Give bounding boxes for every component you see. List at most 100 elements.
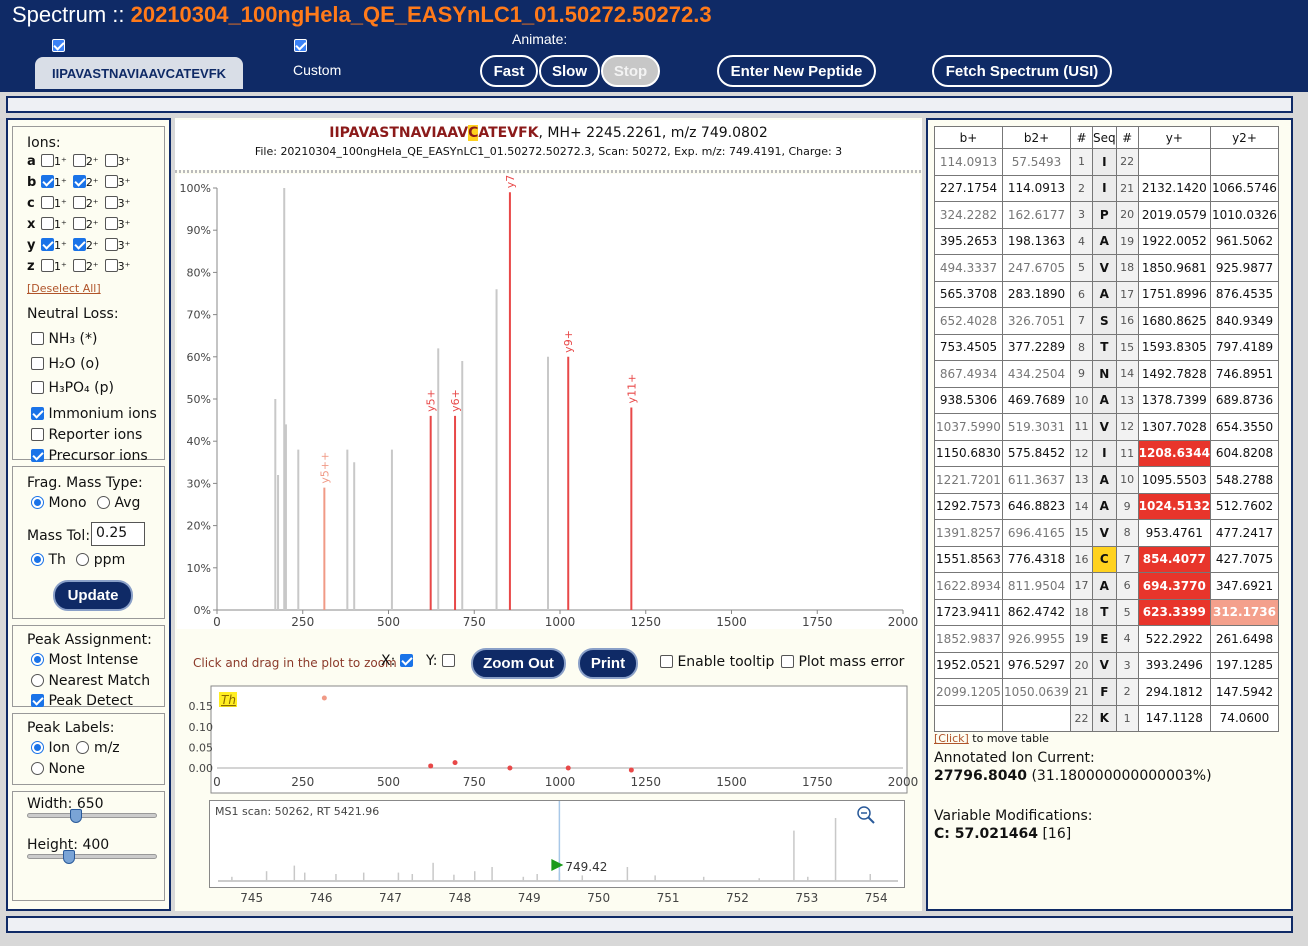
new-peptide-button[interactable]: Enter New Peptide <box>717 55 876 87</box>
print-button[interactable]: Print <box>578 648 638 679</box>
th-radio[interactable] <box>31 553 44 566</box>
b-ion-cell: 1037.5990 <box>934 413 1003 441</box>
nl-nh3-row[interactable]: NH₃ (*) <box>31 331 97 347</box>
b-index-cell: 6 <box>1070 280 1093 308</box>
immonium-checkbox[interactable] <box>31 407 44 420</box>
ion-b-charge3-checkbox[interactable] <box>104 175 118 188</box>
x-tick-label: 1250 <box>630 775 661 789</box>
y-index-cell: 6 <box>1115 572 1139 600</box>
ion-z-charge2-checkbox[interactable] <box>72 259 86 272</box>
zoom-magnifier-icon[interactable] <box>856 805 876 829</box>
x-zoom-checkbox[interactable] <box>399 654 413 667</box>
ion-y-charge2-checkbox[interactable] <box>72 238 86 251</box>
peptide-tab[interactable]: IIPAVASTNAVIAAVCATEVFK <box>35 57 243 89</box>
x-tick-label: 1000 <box>545 775 576 789</box>
nearest-match-radio[interactable] <box>31 674 44 687</box>
ms1-plot[interactable]: 749.42 MS1 scan: 50262, RT 5421.96 <box>209 800 905 888</box>
peak-detect-checkbox[interactable] <box>31 694 44 707</box>
mh-text: , MH+ 2245.2261, m/z 749.0802 <box>538 125 768 141</box>
ion-x-charge2-checkbox[interactable] <box>72 217 86 230</box>
zoom-out-button[interactable]: Zoom Out <box>471 648 566 679</box>
nl-h3po4-checkbox[interactable] <box>31 381 44 394</box>
ppm-radio[interactable] <box>76 553 90 566</box>
move-table-link[interactable]: [Click] <box>934 732 969 745</box>
ion-label-radio[interactable] <box>31 741 44 754</box>
ion-z-charge1-checkbox[interactable] <box>41 259 54 272</box>
width-slider[interactable] <box>27 813 157 818</box>
spectrum-header: IIPAVASTNAVIAAVCATEVFK, MH+ 2245.2261, m… <box>175 120 922 170</box>
fast-button[interactable]: Fast <box>480 55 538 87</box>
ion-x-charge3-checkbox[interactable] <box>104 217 118 230</box>
y-ion-cell: 147.1128 <box>1137 704 1211 732</box>
ion-b-charge2-checkbox[interactable] <box>72 175 86 188</box>
precursor-row[interactable]: Precursor ions <box>31 448 148 464</box>
table-row: 1391.8257 696.4165 15 V 8 953.4761 477.2417 <box>934 519 1279 547</box>
error-point <box>452 760 458 766</box>
peak-labels-box: Peak Labels: Ion m/z None <box>12 713 165 785</box>
mono-radio[interactable] <box>31 496 44 509</box>
b2-ion-cell: 976.5297 <box>1002 651 1071 679</box>
y2-ion-cell: 1010.0326 <box>1209 201 1279 229</box>
residue-cell: A <box>1092 280 1117 308</box>
b2-ion-cell: 776.4318 <box>1002 545 1071 573</box>
x-tick-label: 2000 <box>888 615 919 629</box>
none-label-radio[interactable] <box>31 762 44 775</box>
aic-percent: (31.180000000000003%) <box>1027 768 1212 784</box>
nl-nh3-checkbox[interactable] <box>31 332 44 345</box>
ion-z-charge3-checkbox[interactable] <box>104 259 118 272</box>
mass-tol-input[interactable]: 0.25 <box>91 522 145 546</box>
custom-checkbox[interactable] <box>294 39 307 52</box>
y-zoom-checkbox[interactable] <box>441 654 455 667</box>
immonium-row[interactable]: Immonium ions <box>31 406 157 422</box>
charge-label: 1⁺ <box>54 197 67 210</box>
avg-radio[interactable] <box>97 496 110 509</box>
stop-button[interactable]: Stop <box>601 55 660 87</box>
b-ion-cell: 1551.8563 <box>934 545 1003 573</box>
fetch-spectrum-button[interactable]: Fetch Spectrum (USI) <box>932 55 1112 87</box>
enable-tooltip-checkbox[interactable] <box>660 655 673 668</box>
height-slider-thumb[interactable] <box>63 850 75 864</box>
b2-ion-cell: 611.3637 <box>1002 466 1071 494</box>
ion-a-charge2-checkbox[interactable] <box>72 154 86 167</box>
x-tick-label: 500 <box>377 775 400 789</box>
ion-b-charge1-checkbox[interactable] <box>41 175 54 188</box>
ion-y-charge3-checkbox[interactable] <box>104 238 118 251</box>
y-tick-label: 40% <box>187 435 211 448</box>
slow-button[interactable]: Slow <box>539 55 600 87</box>
most-intense-radio[interactable] <box>31 653 44 666</box>
reporter-row[interactable]: Reporter ions <box>31 427 142 443</box>
b2-ion-cell: 575.8452 <box>1002 439 1071 467</box>
nl-h3po4-row[interactable]: H₃PO₄ (p) <box>31 380 114 396</box>
error-point <box>428 763 434 769</box>
y-tick-label: 100% <box>180 182 211 195</box>
residue-cell: I <box>1092 174 1117 202</box>
peptide-checkbox[interactable] <box>52 39 65 52</box>
b-index-cell: 19 <box>1070 625 1093 653</box>
ion-y-charge1-checkbox[interactable] <box>41 238 54 251</box>
y-ion-cell: 1593.8305 <box>1137 333 1211 361</box>
ion-c-charge1-checkbox[interactable] <box>41 196 54 209</box>
mz-label-radio[interactable] <box>76 741 90 754</box>
mass-error-plot[interactable]: 0.00 0.05 0.10 0.15 0 250 500 750 1000 1250 1500 17… <box>177 684 920 799</box>
ion-c-charge2-checkbox[interactable] <box>72 196 86 209</box>
b-index-cell: 10 <box>1070 386 1093 414</box>
nl-h2o-row[interactable]: H₂O (o) <box>31 356 100 372</box>
ion-a-charge1-checkbox[interactable] <box>41 154 54 167</box>
height-slider[interactable] <box>27 854 157 859</box>
ion-c-charge3-checkbox[interactable] <box>104 196 118 209</box>
update-button[interactable]: Update <box>53 580 133 611</box>
ms2-plot[interactable]: 0% 10% 20% 30% 40% 50% 60% 70% 80% 90% 100% 0 250 500… <box>177 165 920 629</box>
b2-ion-cell: 926.9955 <box>1002 625 1071 653</box>
ion-x-charge1-checkbox[interactable] <box>41 217 54 230</box>
ion-a-charge3-checkbox[interactable] <box>104 154 118 167</box>
reporter-checkbox[interactable] <box>31 428 44 441</box>
plot-mass-error-checkbox[interactable] <box>781 655 794 668</box>
precursor-checkbox[interactable] <box>31 449 44 462</box>
ions-label: Ions: <box>27 135 61 151</box>
nl-h2o-checkbox[interactable] <box>31 357 44 370</box>
ms1-x-tick-label: 753 <box>795 891 818 905</box>
width-slider-thumb[interactable] <box>70 809 82 823</box>
y-ion-cell: 522.2922 <box>1137 625 1211 653</box>
table-row: 395.2653 198.1363 4 A 19 1922.0052 961.5062 <box>934 227 1279 255</box>
deselect-all-link[interactable]: [Deselect All] <box>27 282 101 295</box>
